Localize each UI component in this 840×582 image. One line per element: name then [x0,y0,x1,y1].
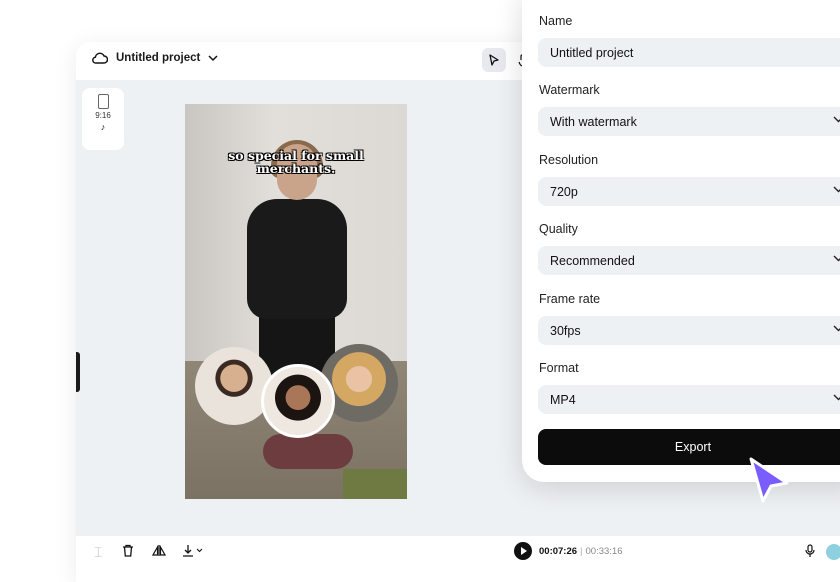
chevron-down-icon [833,186,840,193]
current-time: 00:07:26 [539,546,578,557]
boots [263,434,353,469]
timeline-toolbar: ⌶ 00:07:26 | 00:33:16 [76,536,840,582]
cloud-icon [92,52,108,64]
download-icon[interactable] [182,544,204,560]
chevron-down-icon [208,54,218,62]
resolution-label: Resolution [539,153,599,167]
export-settings-panel: Name Untitled project Watermark With wat… [522,0,840,482]
avatar-bubble-1 [195,347,273,425]
project-title: Untitled project [116,52,201,64]
watermark-select[interactable]: With watermark [538,107,840,136]
phone-ratio-icon [97,94,109,109]
quality-value: Recommended [550,253,635,268]
video-canvas[interactable]: so special for small merchants. [185,104,407,499]
format-value: MP4 [550,392,576,407]
microphone-icon[interactable] [804,544,816,561]
frame-rate-select[interactable]: 30fps [538,316,840,345]
export-button[interactable]: Export [538,429,840,465]
mouse-cursor-icon [749,457,789,503]
video-rug [343,469,407,499]
project-title-menu[interactable]: Untitled project [92,52,218,64]
avatar-bubble-2 [261,364,335,438]
aspect-ratio-label: 9:16 [95,111,111,120]
watermark-label: Watermark [539,83,600,97]
avatar[interactable] [826,544,840,560]
pointer-icon [489,53,499,66]
person-torso [247,199,347,319]
resolution-select[interactable]: 720p [538,177,840,206]
video-caption: so special for small merchants. [228,148,364,176]
format-label: Format [539,361,579,375]
name-input[interactable]: Untitled project [538,38,840,67]
frame-rate-value: 30fps [550,323,581,338]
trash-icon[interactable] [122,544,134,560]
tiktok-icon: ♪ [100,122,106,132]
playback-time: 00:07:26 | 00:33:16 [539,546,622,557]
name-label: Name [539,14,573,28]
resolution-value: 720p [550,184,578,199]
frame-rate-label: Frame rate [539,292,601,306]
aspect-ratio-selector[interactable]: 9:16 ♪ [82,88,124,150]
format-select[interactable]: MP4 [538,385,840,414]
watermark-value: With watermark [550,114,637,129]
quality-label: Quality [539,222,578,236]
play-button[interactable] [514,542,532,560]
panel-toggle-handle[interactable] [76,352,80,392]
time-separator: | [580,546,583,557]
split-icon[interactable]: ⌶ [94,544,102,561]
chevron-down-icon [833,116,840,123]
quality-select[interactable]: Recommended [538,246,840,275]
chevron-down-icon [833,394,840,401]
chevron-down-icon [833,325,840,332]
flip-icon[interactable] [151,544,167,560]
chevron-down-icon [833,255,840,262]
select-tool-button[interactable] [482,48,506,72]
play-icon [521,547,527,555]
total-time: 00:33:16 [585,546,623,557]
